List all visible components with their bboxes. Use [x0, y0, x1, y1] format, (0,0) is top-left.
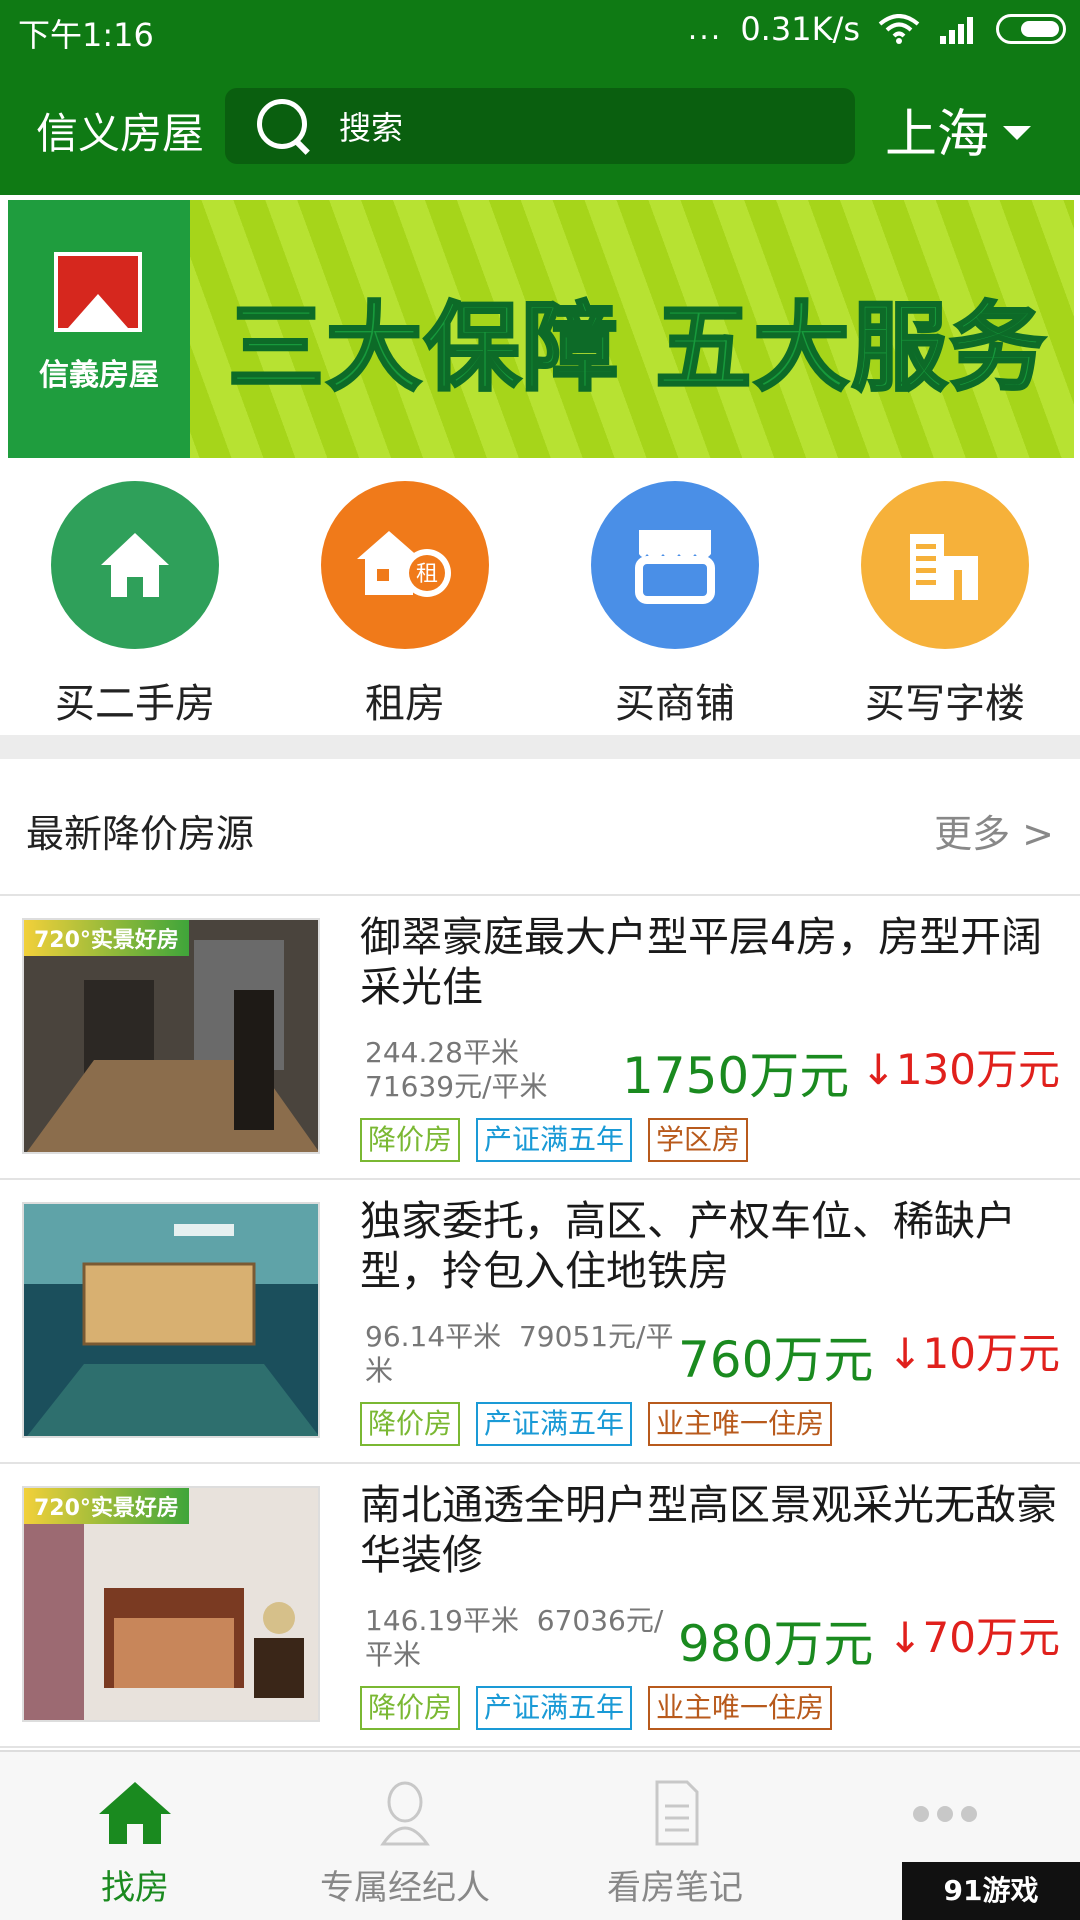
listing-area-value: 146.19平米: [365, 1604, 519, 1637]
status-bar: 下午1:16 ... 0.31K/s: [0, 0, 1080, 60]
brand-logo-icon: [54, 252, 142, 332]
nav-label: 看房笔记: [607, 1868, 743, 1908]
svg-text:租: 租: [416, 562, 438, 587]
status-time: 下午1:16: [18, 16, 154, 54]
person-icon: [380, 1781, 430, 1846]
category-grid: 买二手房 租 租房 买商铺 买写字楼: [0, 463, 1080, 735]
price-drop: ↓10万元: [887, 1329, 1060, 1378]
listing-tags: 降价房 产证满五年 业主唯一住房: [360, 1402, 833, 1446]
tag: 降价房: [360, 1118, 461, 1162]
listing-area: 244.28平米: [365, 1036, 519, 1069]
category-label: 买商铺: [615, 681, 735, 727]
home-icon: [99, 1782, 171, 1844]
status-icons: ... 0.31K/s: [688, 10, 1066, 48]
network-speed: 0.31K/s: [740, 10, 860, 48]
listing-title: 独家委托，高区、产权车位、稀缺户型，拎包入住地铁房: [360, 1197, 1016, 1295]
category-rent[interactable]: 租 租房: [305, 481, 505, 729]
category-label: 买写字楼: [865, 681, 1025, 727]
battery-icon: [996, 14, 1066, 44]
category-label: 租房: [365, 681, 445, 727]
tag: 学区房: [648, 1118, 749, 1162]
listing-unit-price: 71639元/平米: [365, 1070, 548, 1103]
category-label: 买二手房: [55, 681, 215, 727]
tag: 业主唯一住房: [648, 1402, 833, 1446]
banner-logo: 信義房屋: [8, 200, 190, 458]
listing-area: 146.19平米 67036元/平米: [365, 1604, 675, 1672]
720-badge: 720°实景好房: [24, 1488, 189, 1524]
listing-item[interactable]: 720°实景好房 南北通透全明户型高区景观采光无敌豪华装修 146.19平米 6…: [0, 1464, 1080, 1748]
watermark-logo: 91游戏: [902, 1862, 1080, 1920]
category-buy-shop[interactable]: 买商铺: [575, 481, 775, 729]
promo-banner[interactable]: 信義房屋 三大保障 五大服务: [8, 200, 1074, 458]
signal-icon: [940, 17, 973, 44]
listing-thumbnail: [22, 1202, 320, 1438]
brand-title: 信义房屋: [36, 109, 205, 158]
listing-price: 980万元: [678, 1615, 874, 1673]
nav-find-home[interactable]: 找房: [0, 1752, 270, 1920]
section-header: 最新降价房源 更多 >: [0, 759, 1080, 896]
section-divider: [0, 735, 1080, 759]
listing-area: 96.14平米 79051元/平米: [365, 1320, 675, 1388]
note-icon: [655, 1780, 699, 1846]
listing-item[interactable]: 720°实景好房 御翠豪庭最大户型平层4房，房型开阔采光佳 244.28平米 7…: [0, 896, 1080, 1180]
category-buy-secondhand[interactable]: 买二手房: [35, 481, 235, 729]
nav-notes[interactable]: 看房笔记: [540, 1752, 810, 1920]
tag: 产证满五年: [476, 1686, 633, 1730]
nav-label: 找房: [101, 1868, 169, 1908]
listing-price: 760万元: [678, 1331, 874, 1389]
tag: 业主唯一住房: [648, 1686, 833, 1730]
city-selector[interactable]: 上海: [885, 92, 1032, 167]
wifi-icon: [878, 14, 920, 44]
category-buy-office[interactable]: 买写字楼: [845, 481, 1045, 729]
720-badge: 720°实景好房: [24, 920, 189, 956]
tag: 降价房: [360, 1402, 461, 1446]
shop-icon: [591, 481, 759, 649]
listing-item[interactable]: 独家委托，高区、产权车位、稀缺户型，拎包入住地铁房 96.14平米 79051元…: [0, 1180, 1080, 1464]
chevron-down-icon: [1003, 125, 1032, 140]
search-bar[interactable]: 搜索: [225, 88, 855, 164]
tag: 产证满五年: [476, 1118, 633, 1162]
nav-label: 专属经纪人: [320, 1868, 490, 1908]
tag: 产证满五年: [476, 1402, 633, 1446]
listing-thumbnail: 720°实景好房: [22, 918, 320, 1154]
banner-logo-text: 信義房屋: [39, 358, 159, 393]
listing-thumbnail: 720°实景好房: [22, 1486, 320, 1722]
city-label: 上海: [885, 105, 990, 165]
listing-price: 1750万元: [622, 1047, 850, 1105]
search-icon: [255, 97, 313, 155]
banner-slogan: 三大保障 五大服务: [226, 291, 1048, 406]
search-placeholder: 搜索: [339, 109, 404, 147]
more-dots-icon: [913, 1806, 977, 1822]
app-header: 信义房屋 搜索 上海: [0, 60, 1080, 195]
listing-area-value: 96.14平米: [365, 1320, 502, 1353]
status-dots: ...: [687, 11, 723, 47]
office-building-icon: [861, 481, 1029, 649]
room-photo: [24, 1204, 318, 1436]
rent-house-icon: 租: [321, 481, 489, 649]
more-link[interactable]: 更多 >: [934, 803, 1054, 858]
section-title: 最新降价房源: [26, 812, 255, 856]
listing-tags: 降价房 产证满五年 学区房: [360, 1118, 749, 1162]
listing-tags: 降价房 产证满五年 业主唯一住房: [360, 1686, 833, 1730]
tag: 降价房: [360, 1686, 461, 1730]
price-drop: ↓70万元: [887, 1613, 1060, 1662]
listing-title: 南北通透全明户型高区景观采光无敌豪华装修: [360, 1481, 1057, 1579]
nav-agent[interactable]: 专属经纪人: [270, 1752, 540, 1920]
listing-title: 御翠豪庭最大户型平层4房，房型开阔采光佳: [360, 913, 1043, 1011]
price-drop: ↓130万元: [860, 1045, 1060, 1094]
house-icon: [51, 481, 219, 649]
